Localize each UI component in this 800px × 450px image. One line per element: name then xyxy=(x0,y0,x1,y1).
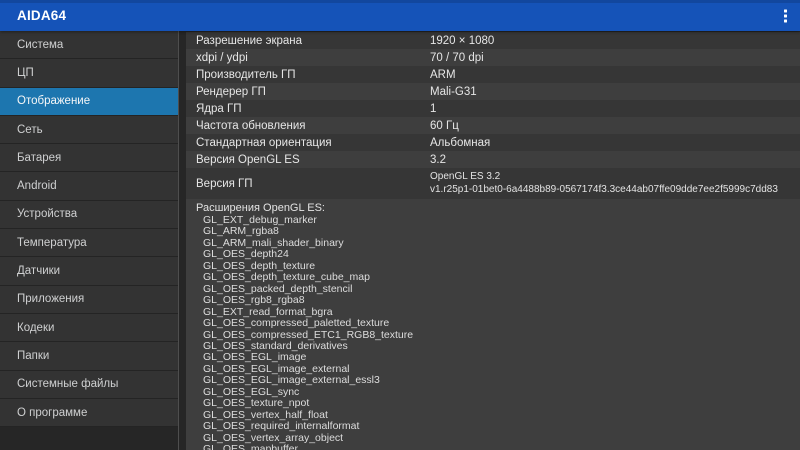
info-row: Производитель ГП ARM xyxy=(186,66,800,83)
info-value: 70 / 70 dpi xyxy=(430,52,484,64)
app-bar: AIDA64 xyxy=(0,0,800,31)
sidebar-item-14[interactable]: О программе xyxy=(0,399,178,427)
info-row: Разрешение экрана 1920 × 1080 xyxy=(186,32,800,49)
opengl-extensions-section: Расширения OpenGL ES: GL_EXT_debug_marke… xyxy=(186,199,800,450)
sidebar: Система ЦП Отображение Сеть Батарея Android Ус… xyxy=(0,31,178,427)
sidebar-item-label: Датчики xyxy=(17,265,60,277)
info-value: ARM xyxy=(430,69,456,81)
info-row: Ядра ГП 1 xyxy=(186,100,800,117)
sidebar-item-11[interactable]: Кодеки xyxy=(0,314,178,342)
sidebar-item-5[interactable]: Батарея xyxy=(0,144,178,172)
info-row-gpu-version: Версия ГП OpenGL ES 3.2 v1.r25p1-01bet0-… xyxy=(186,168,800,199)
sidebar-item-label: Устройства xyxy=(17,208,77,220)
info-value: Mali-G31 xyxy=(430,86,477,98)
overflow-menu-icon[interactable] xyxy=(780,5,791,26)
sidebar-item-9[interactable]: Датчики xyxy=(0,257,178,285)
sidebar-item-12[interactable]: Папки xyxy=(0,342,178,370)
info-row: Стандартная ориентация Альбомная xyxy=(186,134,800,151)
sidebar-item-2[interactable]: ЦП xyxy=(0,59,178,87)
sidebar-item-label: Температура xyxy=(17,237,87,249)
sidebar-item-13[interactable]: Системные файлы xyxy=(0,371,178,399)
info-value: Альбомная xyxy=(430,137,490,149)
sidebar-item-label: Система xyxy=(17,39,63,51)
info-label: Ядра ГП xyxy=(196,103,242,115)
extension-list-item: GL_OES_texture_npot xyxy=(203,398,800,409)
info-row: xdpi / ydpi 70 / 70 dpi xyxy=(186,49,800,66)
info-value: 60 Гц xyxy=(430,120,459,132)
sidebar-item-label: Сеть xyxy=(17,124,43,136)
extension-list-item: GL_EXT_debug_marker xyxy=(203,215,800,226)
info-row: Рендерер ГП Mali-G31 xyxy=(186,83,800,100)
info-value: OpenGL ES 3.2 v1.r25p1-01bet0-6a4488b89-… xyxy=(430,171,778,196)
info-label: Рендерер ГП xyxy=(196,86,266,98)
info-value: 1920 × 1080 xyxy=(430,35,494,47)
sidebar-item-label: Кодеки xyxy=(17,322,54,334)
extension-list-item: GL_OES_depth_texture_cube_map xyxy=(203,272,800,283)
info-label: Версия OpenGL ES xyxy=(196,154,300,166)
info-label: Стандартная ориентация xyxy=(196,137,332,149)
info-label: Разрешение экрана xyxy=(196,35,302,47)
content-panel: Разрешение экрана 1920 × 1080 xdpi / ydpi 7… xyxy=(186,31,800,450)
sidebar-item-10[interactable]: Приложения xyxy=(0,286,178,314)
info-value: 1 xyxy=(430,103,436,115)
extension-list-item: GL_OES_compressed_paletted_texture xyxy=(203,318,800,329)
sidebar-item-label: Системные файлы xyxy=(17,378,118,390)
sidebar-item-1[interactable]: Система xyxy=(0,31,178,59)
app-title: AIDA64 xyxy=(17,0,66,32)
info-row: Частота обновления 60 Гц xyxy=(186,117,800,134)
sidebar-item-label: Отображение xyxy=(17,95,90,107)
sidebar-item-8[interactable]: Температура xyxy=(0,229,178,257)
info-label: Частота обновления xyxy=(196,120,306,132)
sidebar-item-6[interactable]: Android xyxy=(0,172,178,200)
sidebar-item-label: ЦП xyxy=(17,67,34,79)
extension-list-item: GL_OES_rgb8_rgba8 xyxy=(203,295,800,306)
sidebar-item-label: Папки xyxy=(17,350,49,362)
info-label: xdpi / ydpi xyxy=(196,52,248,64)
sidebar-item-7[interactable]: Устройства xyxy=(0,201,178,229)
gpu-version-line2: v1.r25p1-01bet0-6a4488b89-0567174f3.3ce4… xyxy=(430,184,778,197)
gpu-version-line1: OpenGL ES 3.2 xyxy=(430,171,778,184)
sidebar-item-label: Приложения xyxy=(17,293,84,305)
sidebar-item-label: Батарея xyxy=(17,152,61,164)
sidebar-item-label: Android xyxy=(17,180,57,192)
info-row: Версия OpenGL ES 3.2 xyxy=(186,151,800,168)
extensions-list: GL_EXT_debug_markerGL_ARM_rgba8GL_ARM_ma… xyxy=(186,215,800,450)
sidebar-divider xyxy=(178,31,179,450)
extension-list-item: GL_OES_mapbuffer xyxy=(203,444,800,450)
sidebar-item-4[interactable]: Сеть xyxy=(0,116,178,144)
extension-list-item: GL_ARM_mali_shader_binary xyxy=(203,238,800,249)
extension-list-item: GL_OES_required_internalformat xyxy=(203,421,800,432)
info-label: Версия ГП xyxy=(196,178,253,190)
info-label: Производитель ГП xyxy=(196,69,296,81)
sidebar-item-3[interactable]: Отображение xyxy=(0,88,178,116)
info-value: 3.2 xyxy=(430,154,446,166)
sidebar-item-label: О программе xyxy=(17,407,87,419)
